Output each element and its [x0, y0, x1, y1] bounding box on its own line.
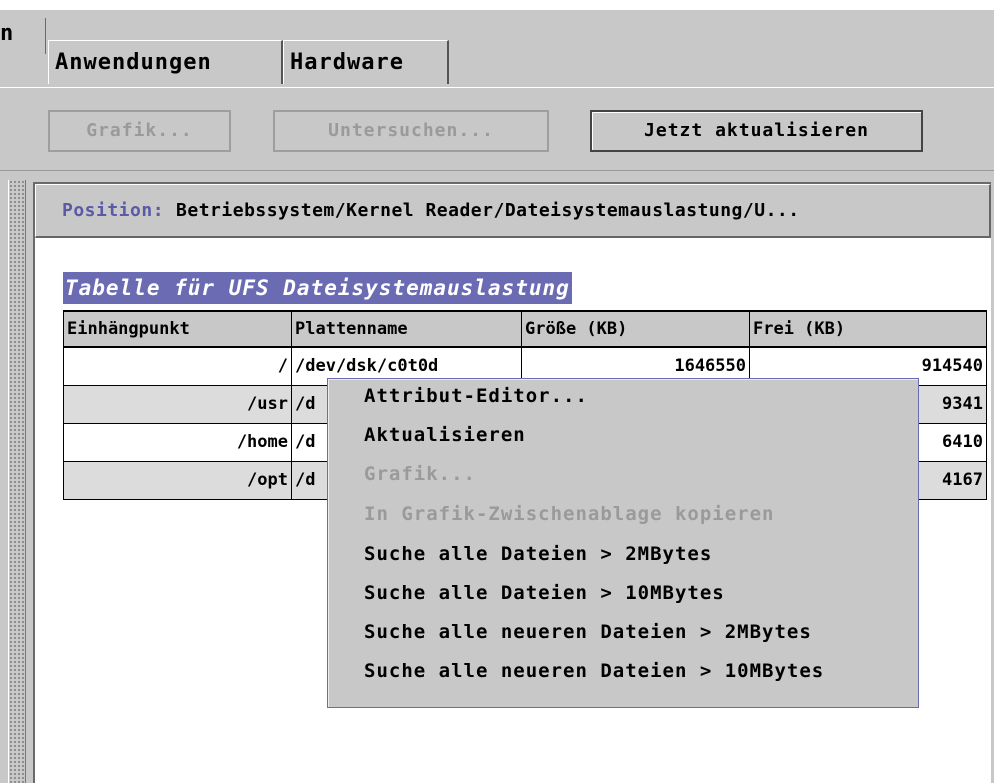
menu-item-find-files-10mb[interactable]: Suche alle Dateien > 10MBytes — [364, 582, 725, 622]
graph-button[interactable]: Grafik... — [48, 110, 231, 152]
menu-item-refresh[interactable]: Aktualisieren — [364, 424, 526, 464]
cell-mount: /opt — [63, 460, 292, 500]
position-label: Position: — [62, 200, 165, 221]
position-path: Betriebssystem/Kernel Reader/Dateisystem… — [176, 200, 800, 221]
menu-item-attribute-editor[interactable]: Attribut-Editor... — [364, 385, 588, 425]
column-header-disk[interactable]: Plattenname — [291, 310, 522, 348]
toolbar-separator — [0, 170, 994, 171]
tab-truncated[interactable]: n — [0, 10, 46, 54]
column-header-size[interactable]: Größe (KB) — [521, 310, 750, 348]
cell-mount: / — [63, 346, 292, 386]
menu-item-graph[interactable]: Grafik... — [364, 463, 476, 503]
column-header-free[interactable]: Frei (KB) — [749, 310, 987, 348]
menu-item-copy-to-graph-clipboard[interactable]: In Grafik-Zwischenablage kopieren — [364, 503, 775, 543]
table-header-row: Einhängpunkt Plattenname Größe (KB) Frei… — [63, 310, 987, 348]
menu-item-find-files-2mb[interactable]: Suche alle Dateien > 2MBytes — [364, 543, 712, 583]
menu-item-find-newer-files-10mb[interactable]: Suche alle neueren Dateien > 10MBytes — [364, 660, 824, 700]
column-header-mount[interactable]: Einhängpunkt — [63, 310, 292, 348]
cell-mount: /usr — [63, 384, 292, 424]
tab-hardware[interactable]: Hardware — [283, 40, 449, 84]
cell-mount: /home — [63, 422, 292, 462]
split-pane-divider[interactable] — [8, 180, 26, 783]
tab-underline — [0, 87, 994, 88]
probe-button[interactable]: Untersuchen... — [273, 110, 549, 152]
table-title: Tabelle für UFS Dateisystemauslastung — [63, 272, 572, 304]
refresh-now-button[interactable]: Jetzt aktualisieren — [590, 110, 923, 152]
position-bar: Position: Betriebssystem/Kernel Reader/Da… — [35, 184, 991, 238]
menu-item-find-newer-files-2mb[interactable]: Suche alle neueren Dateien > 2MBytes — [364, 621, 812, 661]
app-window: n Anwendungen Hardware Grafik... Untersu… — [0, 10, 994, 783]
context-menu: Attribut-Editor... Aktualisieren Grafik.… — [327, 378, 919, 708]
tab-anwendungen[interactable]: Anwendungen — [48, 40, 283, 84]
